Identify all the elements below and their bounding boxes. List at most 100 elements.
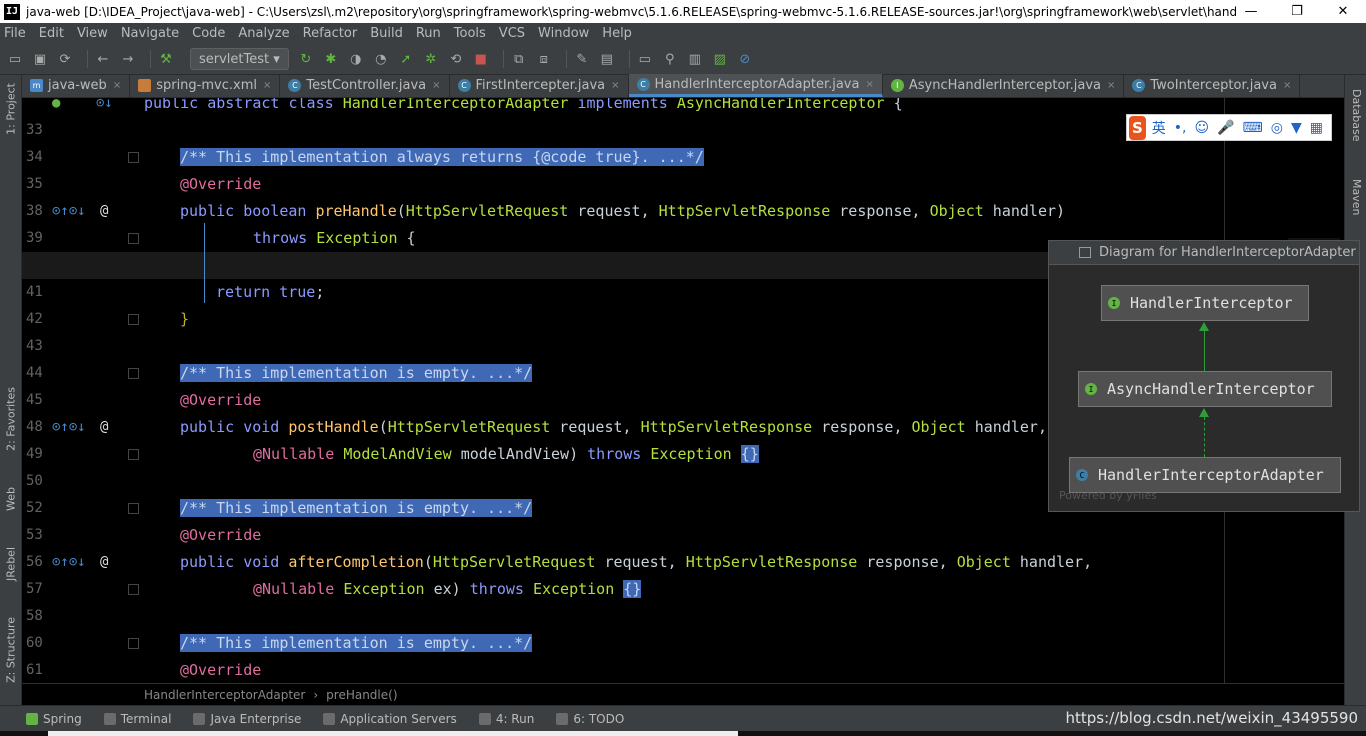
fold-toggle-icon[interactable] xyxy=(128,233,139,244)
forward-arrow-icon[interactable]: → xyxy=(119,50,137,68)
tool-window-run[interactable]: 4: Run xyxy=(478,712,534,726)
overrides-method-icon[interactable]: ⊙↑⊙↓ xyxy=(52,198,86,225)
tool-window-application-servers[interactable]: Application Servers xyxy=(323,712,457,726)
ime-punctuation-toggle[interactable]: •, xyxy=(1174,120,1187,136)
menu-file[interactable]: File xyxy=(4,26,26,41)
tool-window-java-enterprise[interactable]: Java Enterprise xyxy=(193,712,301,726)
diagram-node-handler-interceptor[interactable]: I HandlerInterceptor xyxy=(1101,285,1309,321)
implements-gutter-icon[interactable]: ● xyxy=(52,98,60,117)
close-tab-icon[interactable]: × xyxy=(432,80,440,91)
close-window-button[interactable]: ✕ xyxy=(1320,0,1366,23)
fold-toggle-icon[interactable] xyxy=(128,503,139,514)
fold-toggle-icon[interactable] xyxy=(128,449,139,460)
terminal-icon[interactable]: ▭ xyxy=(636,50,654,68)
power-save-icon[interactable]: ⊘ xyxy=(736,50,754,68)
menu-help[interactable]: Help xyxy=(602,26,632,41)
collapsed-body[interactable]: {} xyxy=(740,445,759,463)
fold-toggle-icon[interactable] xyxy=(128,152,139,163)
annotation-at-icon[interactable]: @ xyxy=(100,549,108,576)
attach-icon[interactable]: ⧉ xyxy=(510,50,528,68)
menu-build[interactable]: Build xyxy=(370,26,403,41)
settings-wrench-icon[interactable]: ✎ xyxy=(573,50,591,68)
debug-bug-icon[interactable]: ✱ xyxy=(322,50,340,68)
menu-window[interactable]: Window xyxy=(538,26,589,41)
diagram-node-handler-interceptor-adapter[interactable]: C HandlerInterceptorAdapter xyxy=(1069,457,1341,493)
fold-toggle-icon[interactable] xyxy=(128,368,139,379)
microphone-icon[interactable]: 🎤 xyxy=(1217,120,1234,136)
menu-code[interactable]: Code xyxy=(192,26,225,41)
jrebel-debug-icon[interactable]: ✲ xyxy=(422,50,440,68)
menu-run[interactable]: Run xyxy=(416,26,441,41)
tool-window-jrebel[interactable]: JRebel xyxy=(3,547,19,581)
collapsed-javadoc[interactable]: /** This implementation is empty. ...*/ xyxy=(180,360,533,387)
close-tab-icon[interactable]: × xyxy=(263,80,271,91)
breadcrumb-class[interactable]: HandlerInterceptorAdapter xyxy=(144,688,305,702)
menu-vcs[interactable]: VCS xyxy=(499,26,525,41)
grid-menu-icon[interactable]: ▦ xyxy=(1310,120,1323,136)
close-tab-icon[interactable]: × xyxy=(113,80,121,91)
tab-async-handler-interceptor[interactable]: I AsyncHandlerInterceptor.java × xyxy=(883,74,1125,97)
sync-icon[interactable]: ⟳ xyxy=(56,50,74,68)
sogou-logo-icon[interactable]: S xyxy=(1129,115,1146,140)
menu-refactor[interactable]: Refactor xyxy=(303,26,358,41)
minimize-button[interactable]: — xyxy=(1228,0,1274,23)
tab-handler-interceptor-adapter[interactable]: C HandlerInterceptorAdapter.java × xyxy=(628,74,883,97)
menu-view[interactable]: View xyxy=(77,26,108,41)
tool-window-terminal[interactable]: Terminal xyxy=(103,712,171,726)
coverage-icon[interactable]: ◑ xyxy=(347,50,365,68)
tab-java-web[interactable]: m java-web × xyxy=(22,74,131,97)
tool-window-structure[interactable]: Z: Structure xyxy=(3,617,19,683)
profile-icon[interactable]: ◔ xyxy=(372,50,390,68)
menu-analyze[interactable]: Analyze xyxy=(238,26,289,41)
collapsed-javadoc[interactable]: /** This implementation always returns {… xyxy=(180,144,704,171)
tab-two-interceptor[interactable]: C TwoInterceptor.java × xyxy=(1124,74,1301,97)
annotation-at-icon[interactable]: @ xyxy=(100,198,108,225)
close-tab-icon[interactable]: × xyxy=(1107,80,1115,91)
activity-monitor-icon[interactable]: ▨ xyxy=(711,50,729,68)
collapsed-javadoc[interactable]: /** This implementation is empty. ...*/ xyxy=(180,630,533,657)
back-arrow-icon[interactable]: ← xyxy=(94,50,112,68)
override-gutter-icon[interactable]: ⊙↓ xyxy=(96,98,113,117)
tool-window-project[interactable]: 1: Project xyxy=(3,83,19,135)
fold-toggle-icon[interactable] xyxy=(128,584,139,595)
collapsed-javadoc[interactable]: /** This implementation is empty. ...*/ xyxy=(180,495,533,522)
ime-language-toggle[interactable]: 英 xyxy=(1152,118,1166,138)
keyboard-icon[interactable]: ⌨ xyxy=(1243,120,1263,136)
stop-icon[interactable]: ■ xyxy=(472,50,490,68)
menu-edit[interactable]: Edit xyxy=(39,26,64,41)
fold-toggle-icon[interactable] xyxy=(128,638,139,649)
jrebel-run-icon[interactable]: ➚ xyxy=(397,50,415,68)
save-all-icon[interactable]: ▣ xyxy=(31,50,49,68)
menu-navigate[interactable]: Navigate xyxy=(121,26,179,41)
diagram-node-async-handler-interceptor[interactable]: I AsyncHandlerInterceptor xyxy=(1078,371,1332,407)
fold-toggle-icon[interactable] xyxy=(128,314,139,325)
collapsed-body[interactable]: {} xyxy=(623,580,642,598)
user-icon[interactable]: ◎ xyxy=(1271,120,1283,136)
build-hammer-icon[interactable]: ⚒ xyxy=(157,50,175,68)
diagram-popup[interactable]: Diagram for HandlerInterceptorAdapter I … xyxy=(1048,240,1360,512)
tool-window-spring[interactable]: Spring xyxy=(26,712,82,726)
search-icon[interactable]: ⚲ xyxy=(661,50,679,68)
tab-test-controller[interactable]: C TestController.java × xyxy=(280,74,450,97)
close-tab-icon[interactable]: × xyxy=(865,79,873,90)
tool-window-favorites[interactable]: 2: Favorites xyxy=(3,387,19,451)
tab-spring-mvc-xml[interactable]: spring-mvc.xml × xyxy=(130,74,281,97)
tool-window-todo[interactable]: 6: TODO xyxy=(556,712,624,726)
skin-icon[interactable]: ▼ xyxy=(1291,120,1302,136)
run-configuration-select[interactable]: servletTest ▾ xyxy=(190,48,289,70)
open-folder-icon[interactable]: ▭ xyxy=(6,50,24,68)
update-icon[interactable]: ⟲ xyxy=(447,50,465,68)
ime-emoji-button[interactable]: ☺ xyxy=(1195,120,1210,136)
project-structure-icon[interactable]: ▤ xyxy=(598,50,616,68)
pause-icon[interactable]: ⧈ xyxy=(535,50,553,68)
tool-window-maven[interactable]: Maven xyxy=(1349,179,1363,215)
close-tab-icon[interactable]: × xyxy=(611,80,619,91)
overrides-method-icon[interactable]: ⊙↑⊙↓ xyxy=(52,549,86,576)
overrides-method-icon[interactable]: ⊙↑⊙↓ xyxy=(52,414,86,441)
annotation-at-icon[interactable]: @ xyxy=(100,414,108,441)
breadcrumb-method[interactable]: preHandle() xyxy=(326,688,397,702)
tab-first-intercepter[interactable]: C FirstIntercepter.java × xyxy=(450,74,629,97)
rerun-icon[interactable]: ↻ xyxy=(297,50,315,68)
menu-tools[interactable]: Tools xyxy=(454,26,486,41)
close-tab-icon[interactable]: × xyxy=(1283,80,1291,91)
